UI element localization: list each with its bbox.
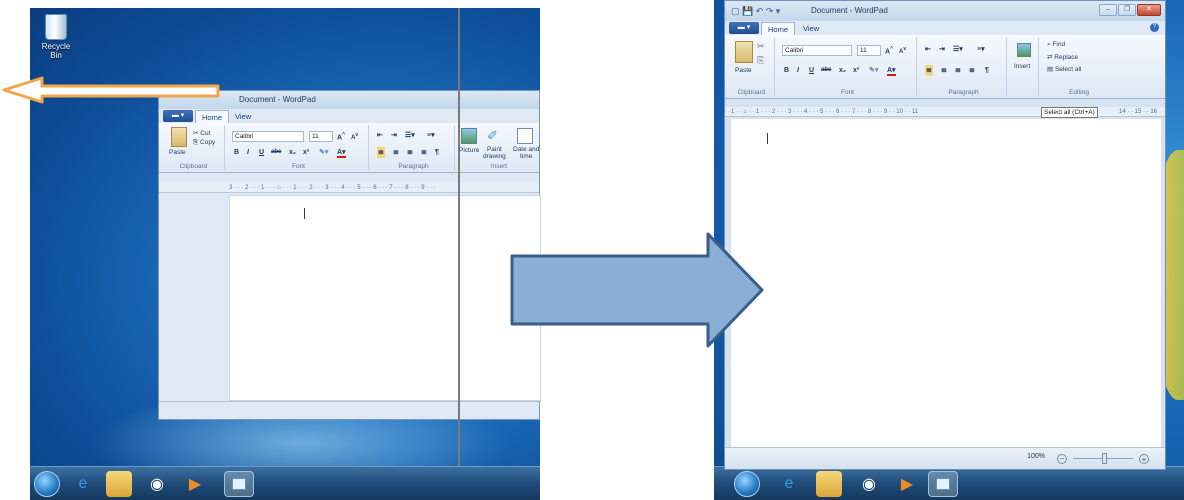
drag-left-arrow [2, 76, 220, 104]
annotation-arrows [2, 76, 764, 348]
transition-arrow [510, 232, 764, 348]
